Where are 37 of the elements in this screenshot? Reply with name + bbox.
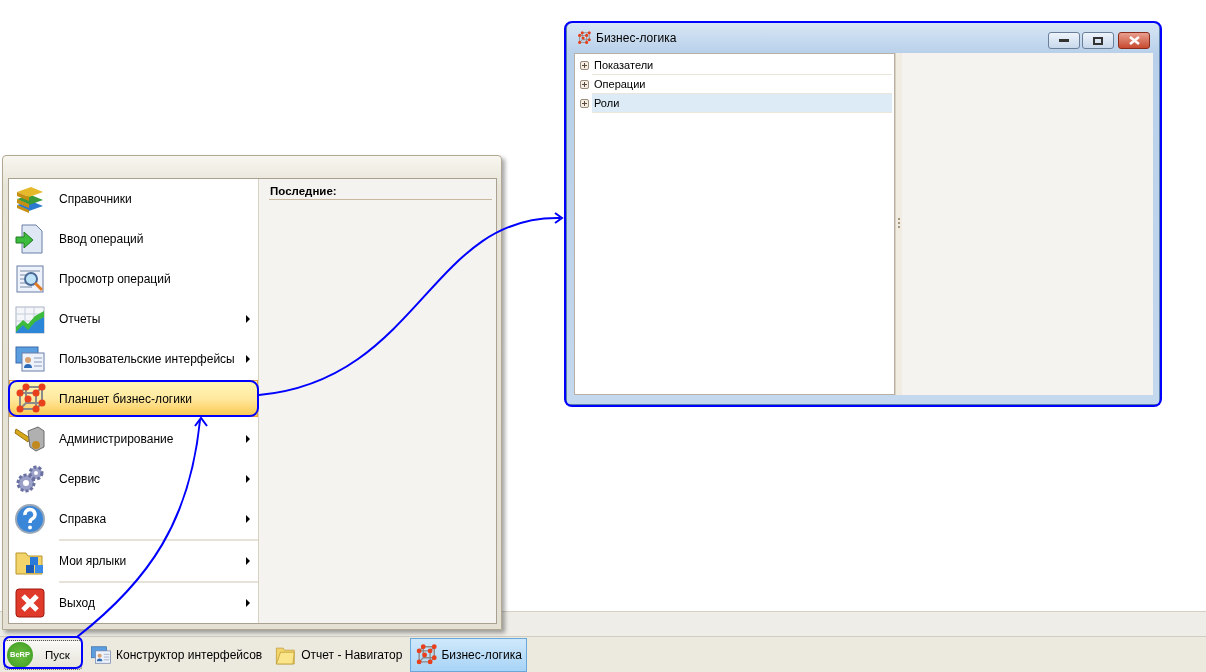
chart-icon [14, 303, 46, 335]
menu-item[interactable]: Справочники [9, 179, 258, 219]
maximize-button[interactable] [1082, 32, 1114, 49]
tree-item[interactable]: Роли [592, 94, 892, 113]
expand-icon[interactable] [580, 80, 589, 89]
cube-molecule-icon [415, 643, 438, 666]
maximize-icon [1093, 36, 1103, 45]
expand-icon[interactable] [580, 99, 589, 108]
menu-item[interactable]: Администрирование [9, 419, 258, 459]
menu-item[interactable]: Ввод операций [9, 219, 258, 259]
taskbar-button[interactable]: Конструктор интерфейсов [85, 637, 268, 672]
minimize-button[interactable] [1048, 32, 1080, 49]
cube-molecule-icon [14, 382, 46, 415]
close-icon [1128, 36, 1140, 45]
taskbar-button[interactable]: Бизнес-логика [410, 637, 527, 672]
menu-item[interactable]: Отчеты [9, 299, 258, 339]
minimize-icon [1059, 38, 1069, 43]
window-title: Бизнес-логика [596, 31, 678, 45]
help-icon [14, 503, 46, 535]
id-card-icon [90, 643, 112, 666]
menu-item[interactable]: Мои ярлыки [9, 541, 258, 581]
taskbar-button[interactable]: Отчет - Навигатор [270, 637, 408, 672]
menu-item[interactable]: Просмотр операций [9, 259, 258, 299]
close-button[interactable] [1118, 32, 1150, 49]
document-arrow-icon [14, 223, 46, 255]
exit-icon [14, 587, 46, 619]
menu-item[interactable]: Сервис [9, 459, 258, 499]
document-magnifier-icon [14, 263, 46, 295]
recent-heading: Последние: [269, 185, 492, 200]
menu-item[interactable]: Выход [9, 583, 258, 623]
menu-item[interactable]: Пользовательские интерфейсы [9, 339, 258, 379]
id-card-icon [14, 343, 46, 375]
gears-icon [14, 463, 46, 495]
tree-item[interactable]: Показатели [592, 56, 892, 75]
cube-molecule-icon [577, 31, 591, 45]
menu-item[interactable]: Справка [9, 499, 258, 539]
expand-icon[interactable] [580, 61, 589, 70]
